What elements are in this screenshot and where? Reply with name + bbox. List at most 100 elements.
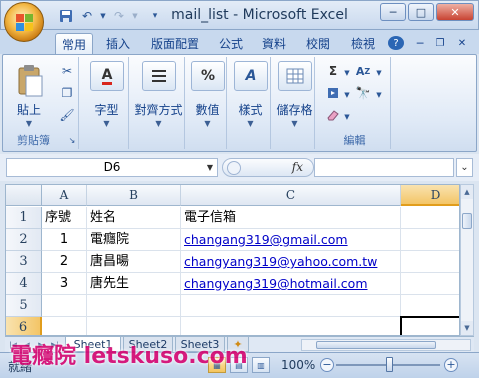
- cell-a1[interactable]: 序號: [42, 207, 87, 229]
- formula-input[interactable]: [314, 158, 454, 177]
- cell-a5[interactable]: [42, 295, 87, 317]
- expand-formula-bar-icon[interactable]: ⌄: [456, 158, 473, 177]
- tab-page-layout[interactable]: 版面配置: [143, 33, 207, 54]
- cell-d5[interactable]: [401, 295, 459, 317]
- cell-a4[interactable]: 3: [42, 273, 87, 295]
- name-box[interactable]: D6 ▼: [6, 158, 218, 177]
- find-select-icon[interactable]: 🔭: [355, 85, 371, 101]
- cell-c6[interactable]: [181, 317, 401, 335]
- sheet-tab-sheet1[interactable]: Sheet1: [65, 337, 121, 352]
- tab-insert[interactable]: 插入: [99, 33, 137, 54]
- row-header-1[interactable]: 1: [6, 207, 42, 229]
- find-select-dropdown-icon[interactable]: ▼: [371, 87, 387, 103]
- page-break-preview-icon[interactable]: ▥: [252, 357, 270, 373]
- column-header-a[interactable]: A: [42, 185, 87, 206]
- ribbon-minimize-icon[interactable]: ─: [414, 33, 426, 54]
- cell-b4[interactable]: 唐先生: [87, 273, 181, 295]
- cell-b5[interactable]: [87, 295, 181, 317]
- sheet-tab-sheet3[interactable]: Sheet3: [175, 337, 225, 352]
- zoom-out-button[interactable]: −: [320, 358, 334, 372]
- cell-b3[interactable]: 唐昌暘: [87, 251, 181, 273]
- help-icon[interactable]: ?: [388, 36, 404, 50]
- cell-c2[interactable]: changang319@gmail.com: [181, 229, 401, 251]
- tab-home[interactable]: 常用: [55, 33, 93, 54]
- row-header-6[interactable]: 6: [6, 317, 42, 335]
- horizontal-scrollbar[interactable]: [301, 339, 471, 351]
- tab-data[interactable]: 資料: [255, 33, 293, 54]
- zoom-level[interactable]: 100%: [281, 358, 315, 372]
- styles-dropdown-icon[interactable]: ▼: [231, 119, 270, 128]
- cell-d3[interactable]: [401, 251, 459, 273]
- cell-d2[interactable]: [401, 229, 459, 251]
- styles-button[interactable]: A: [234, 61, 268, 91]
- close-button[interactable]: ✕: [436, 3, 474, 21]
- number-dropdown-icon[interactable]: ▼: [189, 119, 226, 128]
- page-layout-view-icon[interactable]: ▤: [230, 357, 248, 373]
- row-header-3[interactable]: 3: [6, 251, 42, 273]
- insert-sheet-icon[interactable]: ✦: [227, 337, 249, 352]
- maximize-button[interactable]: □: [408, 3, 434, 21]
- clear-dropdown-icon[interactable]: ▼: [339, 109, 355, 125]
- cell-a6[interactable]: [42, 317, 87, 335]
- formula-pill-handle-icon[interactable]: [227, 161, 241, 175]
- cell-d1[interactable]: [401, 207, 459, 229]
- cell-c4[interactable]: changyang319@hotmail.com: [181, 273, 401, 295]
- cells-dropdown-icon[interactable]: ▼: [275, 119, 314, 128]
- paste-dropdown-icon[interactable]: ▼: [9, 119, 49, 128]
- minimize-button[interactable]: ─: [380, 3, 406, 21]
- cell-a2[interactable]: 1: [42, 229, 87, 251]
- font-button[interactable]: A: [90, 61, 124, 91]
- format-painter-icon[interactable]: 🖌: [59, 107, 75, 123]
- paste-button[interactable]: [13, 61, 47, 101]
- ribbon-restore-icon[interactable]: ❐: [434, 33, 446, 54]
- font-dropdown-icon[interactable]: ▼: [85, 119, 128, 128]
- tab-review[interactable]: 校閱: [299, 33, 337, 54]
- prev-sheet-icon[interactable]: ◀: [21, 339, 33, 351]
- alignment-button[interactable]: [142, 61, 176, 91]
- last-sheet-icon[interactable]: ▶|: [49, 339, 61, 351]
- cell-d4[interactable]: [401, 273, 459, 295]
- clipboard-launcher-icon[interactable]: ↘: [67, 135, 77, 145]
- column-header-c[interactable]: C: [181, 185, 401, 206]
- copy-icon[interactable]: ❐: [59, 85, 75, 101]
- row-header-5[interactable]: 5: [6, 295, 42, 317]
- cell-c3[interactable]: changyang319@yahoo.com.tw: [181, 251, 401, 273]
- row-header-4[interactable]: 4: [6, 273, 42, 295]
- scroll-up-icon[interactable]: ▲: [461, 185, 473, 199]
- sort-filter-icon[interactable]: AZ: [355, 63, 371, 79]
- normal-view-icon[interactable]: ▦: [208, 357, 226, 373]
- scroll-down-icon[interactable]: ▼: [461, 321, 473, 335]
- autosum-dropdown-icon[interactable]: ▼: [339, 65, 355, 81]
- number-button[interactable]: %: [191, 61, 225, 91]
- cell-b2[interactable]: 電癮院: [87, 229, 181, 251]
- next-sheet-icon[interactable]: ▶: [35, 339, 47, 351]
- row-header-2[interactable]: 2: [6, 229, 42, 251]
- vertical-scroll-thumb[interactable]: [462, 213, 472, 229]
- cell-b6[interactable]: [87, 317, 181, 335]
- cut-icon[interactable]: ✂: [59, 63, 75, 79]
- cell-c1[interactable]: 電子信箱: [181, 207, 401, 229]
- office-button[interactable]: [4, 2, 44, 42]
- cell-a3[interactable]: 2: [42, 251, 87, 273]
- cell-c5[interactable]: [181, 295, 401, 317]
- first-sheet-icon[interactable]: |◀: [7, 339, 19, 351]
- cell-b1[interactable]: 姓名: [87, 207, 181, 229]
- fill-dropdown-icon[interactable]: ▼: [339, 87, 355, 103]
- column-header-d[interactable]: D: [401, 185, 459, 206]
- select-all-button[interactable]: [6, 185, 42, 206]
- tab-formulas[interactable]: 公式: [212, 33, 250, 54]
- insert-function-button[interactable]: fx: [292, 160, 303, 174]
- ribbon-close-icon[interactable]: ✕: [456, 33, 468, 54]
- column-header-b[interactable]: B: [87, 185, 181, 206]
- name-box-dropdown-icon[interactable]: ▼: [207, 159, 213, 176]
- zoom-slider-thumb[interactable]: [386, 357, 393, 372]
- vertical-scrollbar[interactable]: ▲ ▼: [460, 184, 474, 336]
- cells-button[interactable]: [278, 61, 312, 91]
- zoom-in-button[interactable]: +: [444, 358, 458, 372]
- alignment-dropdown-icon[interactable]: ▼: [133, 119, 184, 128]
- horizontal-scroll-thumb[interactable]: [316, 341, 436, 349]
- worksheet-grid[interactable]: A B C D 1 2 3 4 5 6 序號 姓名 電子信箱 1 電癮院 cha…: [5, 184, 460, 336]
- sort-filter-dropdown-icon[interactable]: ▼: [371, 65, 387, 81]
- tab-view[interactable]: 檢視: [344, 33, 382, 54]
- sheet-tab-sheet2[interactable]: Sheet2: [123, 337, 173, 352]
